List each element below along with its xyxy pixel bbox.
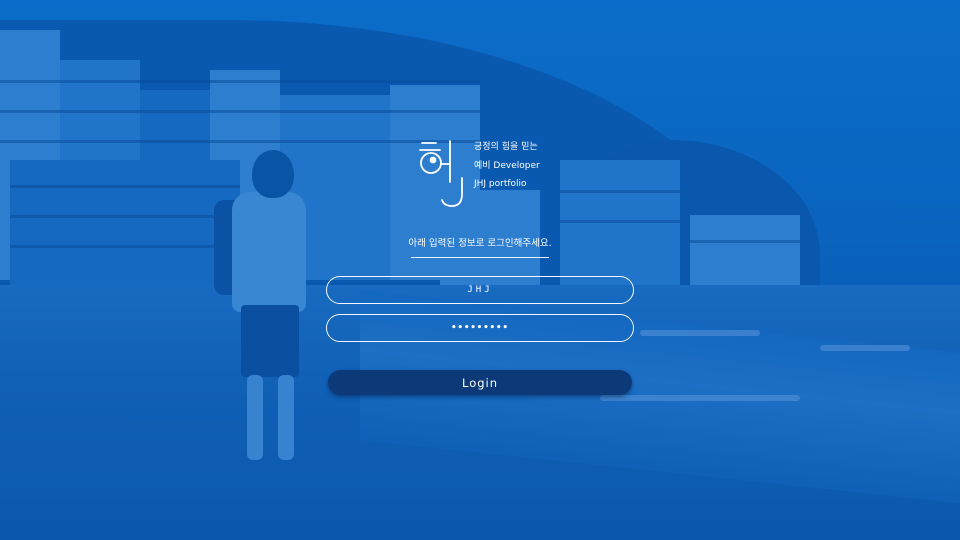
instruction-underline — [411, 257, 549, 258]
login-instruction: 아래 입력된 정보로 로그인해주세요. — [408, 238, 552, 249]
blue-overlay — [0, 0, 960, 540]
tagline-line-2: 예비 Developer — [474, 160, 540, 171]
username-input[interactable] — [326, 276, 634, 304]
login-page: 긍정의 힘을 믿는 예비 Developer JHJ portfolio 아래 … — [0, 0, 960, 540]
hj-logo-icon — [419, 140, 463, 207]
brand-tagline: 긍정의 힘을 믿는 예비 Developer JHJ portfolio — [474, 138, 540, 194]
background-photo — [0, 0, 960, 540]
login-button[interactable]: Login — [328, 370, 632, 395]
password-input[interactable] — [326, 314, 634, 342]
brand-logo: 긍정의 힘을 믿는 예비 Developer JHJ portfolio — [418, 138, 568, 212]
tagline-line-1: 긍정의 힘을 믿는 — [474, 142, 538, 152]
tagline-line-3: JHJ portfolio — [474, 179, 527, 189]
